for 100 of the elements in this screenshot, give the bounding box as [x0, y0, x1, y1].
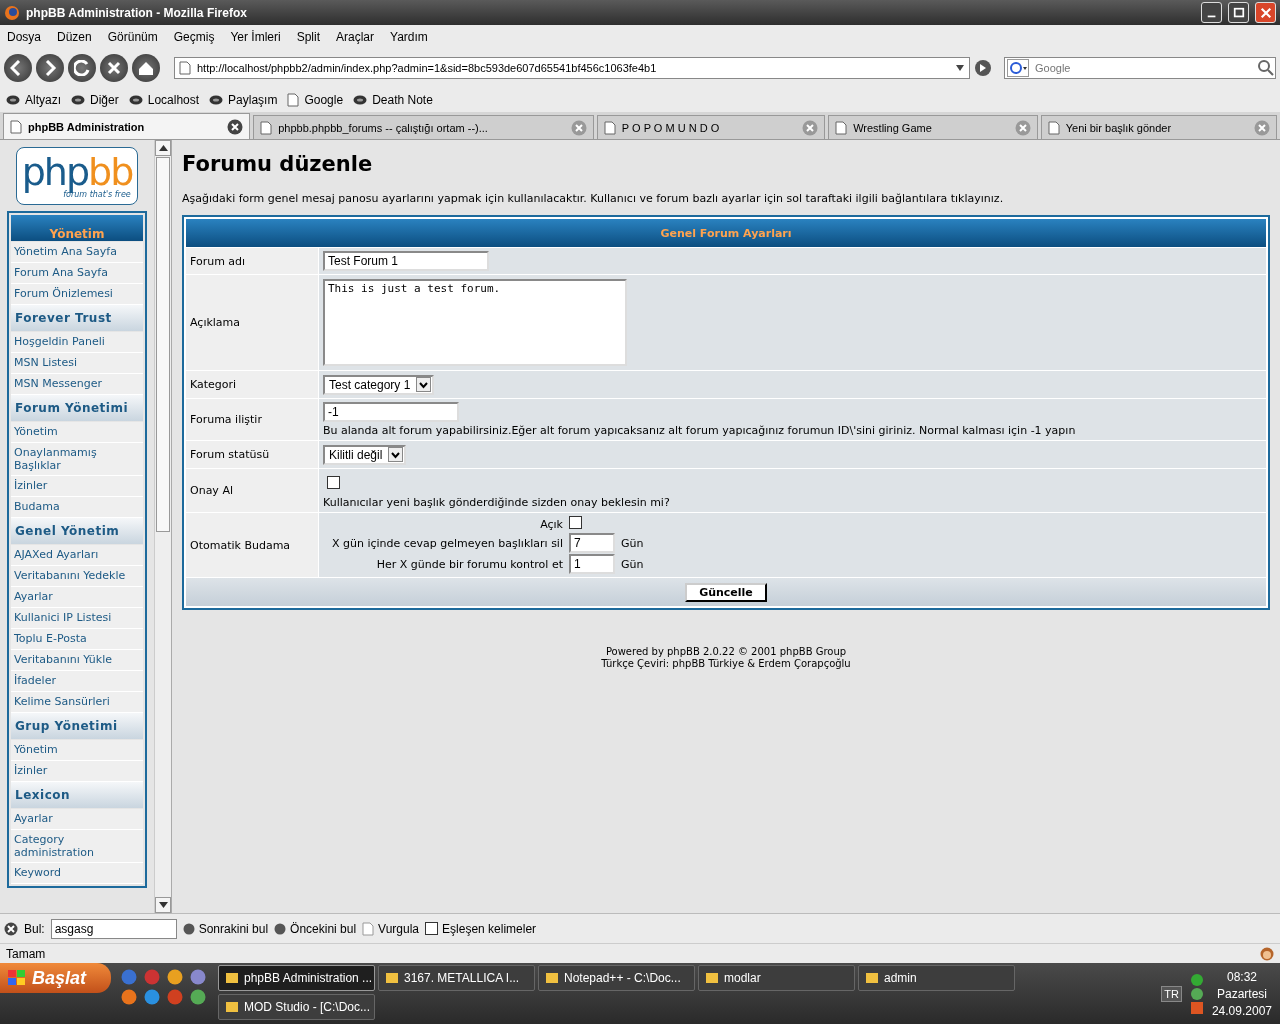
update-button[interactable]: Güncelle: [685, 582, 767, 602]
sidebar-link[interactable]: Yönetim: [11, 740, 143, 761]
language-indicator[interactable]: TR: [1161, 985, 1182, 1002]
sidebar-link[interactable]: Ayarlar: [11, 587, 143, 608]
bookmark-item[interactable]: Altyazı: [6, 92, 61, 107]
up-arrow-icon[interactable]: [158, 145, 168, 151]
scrollbar[interactable]: [154, 140, 171, 913]
menu-item[interactable]: Yardım: [390, 29, 436, 44]
sidebar-link[interactable]: AJAXed Ayarları: [11, 545, 143, 566]
sidebar-link[interactable]: Veritabanını Yükle: [11, 650, 143, 671]
dropdown[interactable]: Test category 1: [323, 374, 435, 395]
home-button[interactable]: [132, 53, 160, 82]
menu-item[interactable]: Düzen: [57, 29, 100, 44]
app-icon[interactable]: [167, 969, 183, 985]
sidebar-link[interactable]: İfadeler: [11, 671, 143, 692]
reload-button[interactable]: [68, 53, 96, 82]
sidebar-link[interactable]: MSN Messenger: [11, 374, 143, 395]
clock-time: 08:32: [1226, 969, 1257, 984]
phpbb-logo[interactable]: phpbb forum that's free: [16, 147, 138, 205]
taskbar-button[interactable]: admin: [858, 965, 1015, 991]
app-icon: [385, 971, 399, 985]
home-icon[interactable]: [138, 59, 154, 76]
checkbox[interactable]: [327, 476, 340, 489]
text-area[interactable]: This is just a test forum.: [323, 279, 627, 366]
app-icon[interactable]: [167, 989, 183, 1005]
checkbox[interactable]: [425, 922, 439, 935]
text-field[interactable]: 7: [569, 533, 615, 553]
sidebar-link[interactable]: Yönetim Ana Sayfa: [11, 242, 143, 263]
page-icon: [835, 120, 848, 135]
browser-tab[interactable]: P O P O M U N D O: [596, 115, 826, 139]
sidebar-link[interactable]: Veritabanını Yedekle: [11, 566, 143, 587]
app-icon[interactable]: [190, 969, 206, 985]
reload-icon[interactable]: [74, 59, 90, 76]
sidebar-link[interactable]: Budama: [11, 497, 143, 518]
app-icon[interactable]: [190, 989, 206, 1005]
menu-item[interactable]: Araçlar: [336, 29, 382, 44]
sidebar-link[interactable]: Onaylanmamış Başlıklar: [11, 443, 143, 476]
find-previous-button[interactable]: Öncekini bul: [274, 921, 357, 936]
forward-button[interactable]: [36, 53, 64, 82]
checkbox[interactable]: [569, 516, 582, 529]
sidebar-link[interactable]: Toplu E-Posta: [11, 629, 143, 650]
down-arrow-icon[interactable]: [158, 902, 168, 908]
sidebar-link[interactable]: Kullanici IP Listesi: [11, 608, 143, 629]
search-icon[interactable]: [1257, 58, 1275, 77]
taskbar-button[interactable]: modlar: [698, 965, 855, 991]
highlight-button[interactable]: Vurgula: [362, 921, 420, 936]
go-icon[interactable]: [974, 58, 992, 77]
taskbar-button[interactable]: MOD Studio - [C:\Doc...: [218, 994, 375, 1020]
bookmark-item[interactable]: Google: [287, 92, 344, 107]
browser-tab[interactable]: Yeni bir başlık gönder: [1040, 115, 1277, 139]
hint-text: Kullanıcılar yeni başlık gönderdiğinde sizden onay beklesin mi?: [323, 496, 671, 509]
bookmark-item[interactable]: Paylaşım: [209, 92, 278, 107]
find-field[interactable]: asgasg: [50, 918, 177, 939]
stop-button[interactable]: [100, 53, 128, 82]
google-icon[interactable]: [1007, 58, 1029, 77]
app-icon[interactable]: [144, 989, 160, 1005]
app-icon[interactable]: [121, 989, 137, 1005]
page-icon: [260, 120, 273, 135]
search-bar[interactable]: Google: [1004, 56, 1276, 79]
back-button[interactable]: [4, 53, 32, 82]
sidebar-link[interactable]: Forum Ana Sayfa: [11, 263, 143, 284]
taskbar-button[interactable]: 3167. METALLICA I...: [378, 965, 535, 991]
field-label: Onay Al: [186, 469, 318, 512]
menu-item[interactable]: Split: [296, 29, 328, 44]
section-header: Forever Trust: [11, 305, 143, 331]
menu-item[interactable]: Dosya: [7, 29, 49, 44]
text-field[interactable]: 1: [569, 554, 615, 574]
stop-icon[interactable]: [106, 59, 122, 76]
find-label: Bul:: [24, 921, 45, 936]
sidebar-link[interactable]: İzinler: [11, 476, 143, 497]
find-next-button[interactable]: Sonrakini bul: [182, 921, 269, 936]
dropdown-icon[interactable]: [955, 63, 965, 72]
text-field[interactable]: Test Forum 1: [323, 251, 489, 271]
dropdown[interactable]: Kilitli değil: [323, 444, 407, 465]
field-label: Açıklama: [186, 275, 318, 370]
browser-tab[interactable]: phpbb.phpbb_forums -- çalıştığı ortam --)...: [253, 115, 594, 139]
sidebar-link[interactable]: Kelime Sansürleri: [11, 692, 143, 713]
address-bar[interactable]: http://localhost/phpbb2/admin/index.php?admin=1&sid=8bc593de607d65541bf456c1063fe4b1: [174, 56, 970, 79]
text-field[interactable]: -1: [323, 402, 459, 422]
close-icon[interactable]: [4, 921, 18, 936]
sidebar-link[interactable]: MSN Listesi: [11, 353, 143, 374]
tray-icon[interactable]: [1189, 973, 1204, 1014]
sidebar-link[interactable]: Category administration: [11, 830, 143, 863]
taskbar-button[interactable]: Notepad++ - C:\Doc...: [538, 965, 695, 991]
sidebar-link[interactable]: İzinler: [11, 761, 143, 782]
menu-item[interactable]: Görünüm: [107, 29, 166, 44]
close-icon[interactable]: [227, 118, 244, 135]
sidebar-link[interactable]: Hoşgeldin Paneli: [11, 332, 143, 353]
browser-tab[interactable]: phpBB Administration: [3, 113, 251, 139]
sidebar-link[interactable]: Forum Önizlemesi: [11, 284, 143, 305]
bookmark-item[interactable]: Localhost: [128, 92, 200, 107]
menu-item[interactable]: Yer İmleri: [230, 29, 289, 44]
bookmark-item[interactable]: Diğer: [71, 92, 119, 107]
menu-item[interactable]: Geçmiş: [173, 29, 223, 44]
sidebar-link[interactable]: Keyword: [11, 863, 143, 884]
sidebar-link[interactable]: Yönetim: [11, 422, 143, 443]
browser-tab[interactable]: Wrestling Game: [828, 115, 1038, 139]
bookmark-item[interactable]: Death Note: [353, 92, 433, 107]
taskbar-button[interactable]: phpBB Administration ...: [218, 965, 375, 991]
sidebar-link[interactable]: Ayarlar: [11, 809, 143, 830]
